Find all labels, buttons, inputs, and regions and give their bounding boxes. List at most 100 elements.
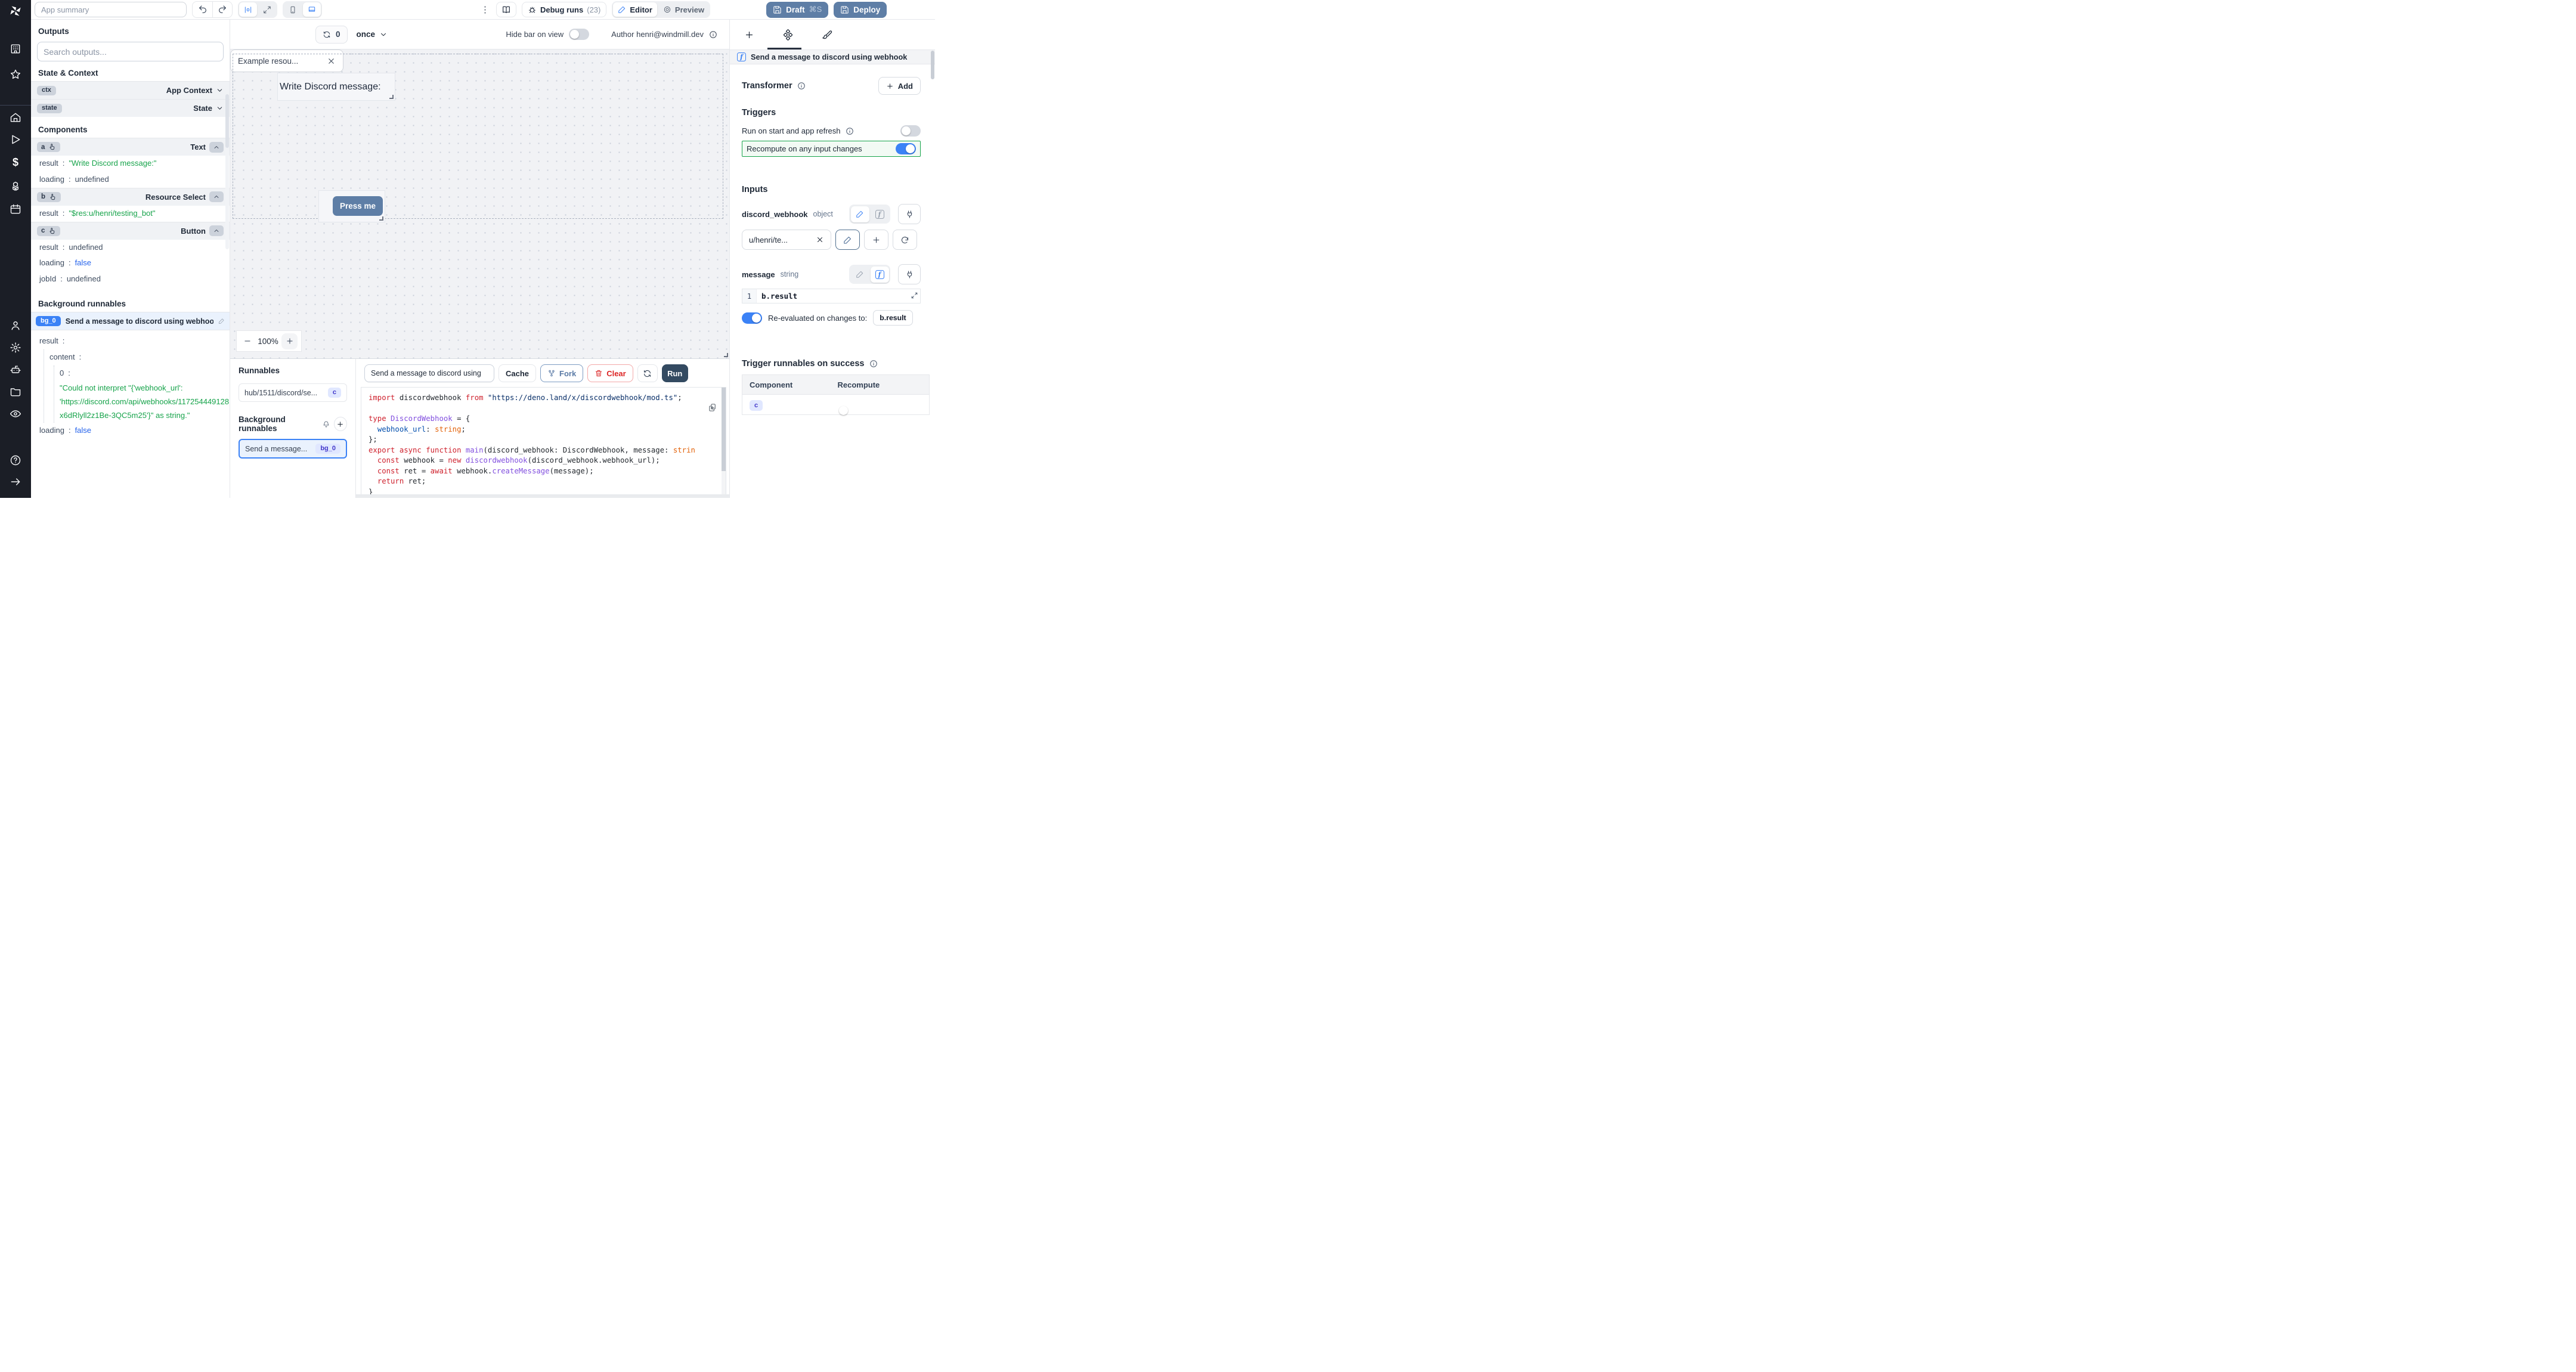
press-me-button[interactable]: Press me: [333, 196, 383, 216]
settings-gear-icon[interactable]: [10, 342, 21, 354]
static-pencil-button[interactable]: [851, 267, 869, 283]
resources-cubes-icon[interactable]: [10, 181, 21, 193]
add-resource-button[interactable]: [864, 230, 888, 250]
cache-button[interactable]: Cache: [499, 364, 536, 382]
resource-picker-select[interactable]: u/henri/te...: [742, 230, 831, 250]
schedule-dropdown[interactable]: once: [357, 30, 388, 39]
refresh-script-button[interactable]: [637, 364, 658, 382]
docs-book-icon[interactable]: [496, 2, 516, 17]
bg-runnable-row[interactable]: bg_0 Send a message to discord using web…: [31, 312, 230, 330]
edit-pencil-icon[interactable]: [218, 318, 225, 324]
component-row-c[interactable]: c Button: [31, 222, 230, 240]
hide-bar-toggle[interactable]: [569, 29, 589, 40]
runnable-item[interactable]: hub/1511/discord/se... c: [239, 383, 347, 402]
draft-button[interactable]: Draft ⌘S: [766, 2, 828, 18]
add-bg-runnable-button[interactable]: [334, 417, 347, 431]
component-c-badge[interactable]: c: [37, 226, 60, 236]
info-icon[interactable]: [846, 127, 854, 135]
connect-plug-button[interactable]: [898, 264, 921, 284]
mobile-view-button[interactable]: [284, 2, 302, 17]
chevron-down-icon[interactable]: [216, 104, 224, 112]
eval-f-button[interactable]: f: [871, 206, 889, 222]
selected-runnable-title: Send a message to discord using webhook: [751, 52, 907, 61]
insert-plus-tab[interactable]: [744, 30, 754, 40]
collapse-button[interactable]: [209, 191, 224, 202]
folders-icon[interactable]: [10, 386, 21, 398]
button-component[interactable]: Press me: [319, 191, 385, 222]
search-outputs-input[interactable]: Search outputs...: [37, 42, 224, 61]
home-icon[interactable]: [10, 112, 21, 123]
refresh-resource-button[interactable]: [893, 230, 917, 250]
outputs-scrollbar[interactable]: [225, 94, 229, 249]
more-menu-icon[interactable]: ⋮: [479, 5, 491, 14]
component-a-badge[interactable]: a: [37, 142, 60, 152]
message-expression-value: b.result: [757, 289, 797, 303]
app-canvas[interactable]: Write Discord message: Example resou... …: [230, 49, 729, 358]
desktop-view-button[interactable]: [303, 2, 321, 17]
text-component[interactable]: Write Discord message:: [278, 73, 395, 100]
script-name-input[interactable]: Send a message to discord using: [364, 364, 494, 382]
fullwidth-button[interactable]: [258, 2, 276, 17]
resize-handle[interactable]: [379, 216, 383, 221]
component-b-badge[interactable]: b: [37, 192, 61, 202]
expand-icon[interactable]: [911, 292, 918, 299]
help-icon[interactable]: [10, 454, 21, 466]
audit-eye-icon[interactable]: [10, 408, 21, 420]
undo-button[interactable]: [193, 2, 212, 17]
add-transformer-button[interactable]: Add: [878, 77, 921, 95]
preview-tab[interactable]: Preview: [658, 2, 709, 17]
windmill-logo-icon[interactable]: [8, 4, 23, 19]
window-scrollbar-thumb[interactable]: [931, 51, 934, 79]
settings-components-tab[interactable]: [782, 29, 794, 41]
chevron-down-icon[interactable]: [216, 86, 224, 94]
collapse-arrow-icon[interactable]: [10, 476, 21, 488]
bg-runnable-item-selected[interactable]: Send a message... bg_0: [239, 439, 347, 459]
clear-x-icon[interactable]: [816, 236, 824, 244]
connect-plug-button[interactable]: [898, 204, 921, 224]
info-icon[interactable]: [797, 82, 806, 90]
users-icon[interactable]: [10, 320, 21, 332]
info-icon[interactable]: [709, 30, 717, 39]
fork-button[interactable]: Fork: [540, 364, 583, 382]
info-icon[interactable]: [869, 360, 878, 368]
code-editor[interactable]: import discordwebhook from "https://deno…: [361, 387, 726, 495]
resize-handle[interactable]: [389, 95, 394, 99]
workers-robot-icon[interactable]: [10, 364, 21, 376]
message-expression-editor[interactable]: 1 b.result: [742, 289, 921, 303]
component-row-a[interactable]: a Text: [31, 138, 230, 156]
debug-runs-button[interactable]: Debug runs (23): [522, 2, 606, 17]
refresh-count-button[interactable]: 0: [315, 26, 348, 44]
edit-resource-button[interactable]: [835, 230, 860, 250]
redo-button[interactable]: [212, 2, 232, 17]
collapse-button[interactable]: [209, 225, 224, 236]
run-button[interactable]: Run: [662, 364, 688, 382]
runs-play-icon[interactable]: [10, 134, 21, 145]
workspace-icon[interactable]: [10, 43, 21, 55]
resize-handle[interactable]: [724, 353, 728, 357]
component-row-b[interactable]: b Resource Select: [31, 188, 230, 206]
state-row[interactable]: state State: [31, 99, 230, 117]
copy-code-icon[interactable]: [708, 403, 717, 412]
static-pencil-button[interactable]: [851, 206, 869, 222]
reevaluate-target-pill[interactable]: b.result: [873, 310, 912, 326]
table-row: c: [742, 395, 930, 415]
schedules-calendar-icon[interactable]: [10, 203, 21, 215]
deploy-button[interactable]: Deploy: [834, 2, 887, 18]
variables-dollar-icon[interactable]: $: [0, 156, 31, 169]
run-on-start-toggle[interactable]: [900, 125, 921, 137]
eval-f-button[interactable]: f: [871, 267, 889, 283]
theme-brush-tab[interactable]: [822, 29, 832, 40]
app-summary-input[interactable]: App summary: [35, 2, 187, 17]
reevaluate-toggle[interactable]: [742, 312, 762, 324]
ctx-row[interactable]: ctx App Context: [31, 81, 230, 99]
code-scrollbar[interactable]: [722, 388, 726, 494]
code-hscrollbar[interactable]: [356, 494, 729, 498]
clear-button[interactable]: Clear: [587, 364, 633, 382]
recompute-toggle[interactable]: [896, 143, 916, 154]
center-align-button[interactable]: [239, 2, 257, 17]
zoom-in-button[interactable]: [281, 333, 298, 349]
editor-tab[interactable]: Editor: [613, 2, 657, 17]
zoom-out-button[interactable]: [240, 337, 255, 345]
favorites-star-icon[interactable]: [10, 69, 21, 80]
collapse-button[interactable]: [209, 142, 224, 153]
